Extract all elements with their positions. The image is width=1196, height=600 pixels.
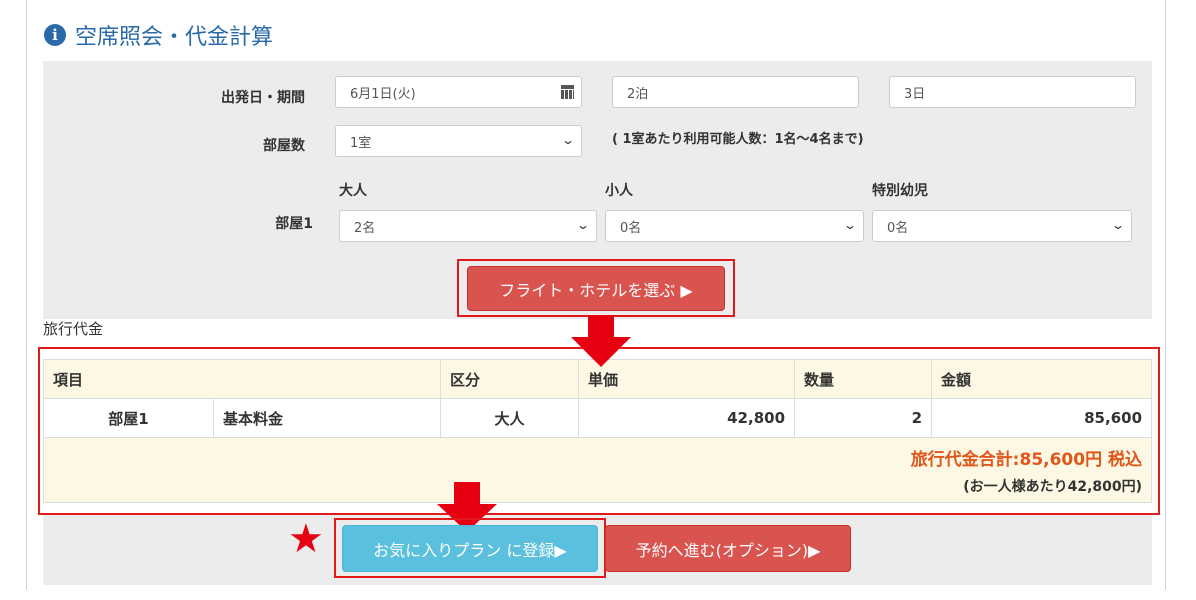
chevron-down-icon: ⌄ <box>842 218 858 232</box>
rooms-value: 1室 <box>350 135 372 151</box>
arrow-down-icon <box>571 315 631 367</box>
days-field[interactable]: 3日 <box>889 76 1136 108</box>
header-quantity: 数量 <box>794 359 933 399</box>
child-value: 0名 <box>620 220 642 236</box>
price-table: 項目 区分 単価 数量 金額 部屋1 基本料金 大人 42,800 2 85,6… <box>42 359 1153 503</box>
content-border-right <box>1165 0 1166 590</box>
child-label: 小人 <box>605 183 633 199</box>
infant-label: 特別幼児 <box>872 183 928 199</box>
info-icon: i <box>44 24 66 46</box>
chevron-down-icon: ⌄ <box>575 218 591 232</box>
proceed-reservation-button[interactable]: 予約へ進む(オプション)▶ <box>605 525 851 572</box>
adult-select[interactable]: 2名 ⌄ <box>339 210 597 242</box>
per-person-price: (お一人様あたり42,800円) <box>963 478 1143 495</box>
section-title: 空席照会・代金計算 <box>75 25 274 50</box>
departure-date-field[interactable]: 6月1日(火) <box>335 76 582 108</box>
header-item: 項目 <box>42 359 442 399</box>
item-cell: 基本料金 <box>212 398 442 438</box>
child-select[interactable]: 0名 ⌄ <box>605 210 864 242</box>
add-favorite-plan-button[interactable]: お気に入りプラン に登録▶ <box>342 525 598 572</box>
unit-price-cell: 42,800 <box>578 398 796 438</box>
quantity-cell: 2 <box>794 398 933 438</box>
infant-value: 0名 <box>887 220 909 236</box>
rooms-capacity-note: ( 1室あたり利用可能人数：1名～4名まで) <box>612 132 864 147</box>
calendar-icon[interactable] <box>561 85 574 99</box>
rooms-label: 部屋数 <box>263 138 305 154</box>
amount-cell: 85,600 <box>931 398 1153 438</box>
price-heading: 旅行代金 <box>43 320 104 338</box>
chevron-down-icon: ⌄ <box>560 133 576 147</box>
infant-select[interactable]: 0名 ⌄ <box>872 210 1132 242</box>
header-category: 区分 <box>440 359 580 399</box>
days-value: 3日 <box>904 86 926 102</box>
total-price: 旅行代金合計:85,600円 税込 <box>910 449 1143 470</box>
star-icon: ★ <box>288 516 324 562</box>
header-amount: 金額 <box>931 359 1153 399</box>
content-border-left <box>26 0 27 590</box>
chevron-down-icon: ⌄ <box>1110 218 1126 232</box>
nights-value: 2泊 <box>627 86 649 102</box>
select-flight-hotel-button[interactable]: フライト・ホテルを選ぶ ▶ <box>467 266 725 311</box>
total-cell: 旅行代金合計:85,600円 税込 (お一人様あたり42,800円) <box>42 437 1153 503</box>
departure-date-value: 6月1日(火) <box>350 86 416 102</box>
section-header: i 空席照会・代金計算 <box>44 20 273 50</box>
adult-label: 大人 <box>339 183 367 199</box>
rooms-select[interactable]: 1室 ⌄ <box>335 125 582 157</box>
nights-field[interactable]: 2泊 <box>612 76 859 108</box>
room-cell: 部屋1 <box>43 398 214 438</box>
table-row: 部屋1 基本料金 大人 42,800 2 85,600 <box>43 398 1153 438</box>
room1-label: 部屋1 <box>275 216 313 232</box>
adult-value: 2名 <box>354 220 376 236</box>
category-cell: 大人 <box>440 398 580 438</box>
departure-label: 出発日・期間 <box>221 90 305 106</box>
